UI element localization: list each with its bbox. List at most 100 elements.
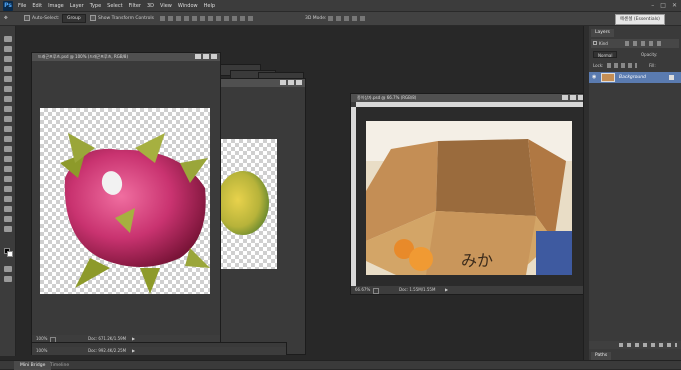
zoom-readout[interactable]: 100%	[36, 347, 47, 355]
workspace-switcher[interactable]: 에센셜 (Essentials)	[615, 14, 665, 25]
document-size: Doc: 992.4K/2.25M	[88, 348, 127, 353]
document-tab[interactable]: 종이상자.psd @ 66.7% (RGB/8)	[351, 94, 587, 102]
3d-roll-icon[interactable]	[336, 16, 341, 21]
document-window-behind[interactable]: 100% Doc: 992.4K/2.25M ▶	[31, 342, 287, 355]
document-title: 드래곤프루츠.psd @ 100% (드래곤프루츠, RGB/8)	[38, 54, 129, 59]
visibility-eye-icon[interactable]: ◉	[592, 75, 597, 80]
align-center-icon[interactable]	[192, 16, 197, 21]
show-transform-option[interactable]: Show Transform Controls	[90, 12, 154, 26]
pen-tool-icon[interactable]	[4, 176, 12, 182]
distribute-top-icon[interactable]	[208, 16, 213, 21]
align-left-icon[interactable]	[184, 16, 189, 21]
marquee-tool-icon[interactable]	[4, 46, 12, 52]
quick-mask-icon[interactable]	[4, 266, 12, 272]
distribute-left-icon[interactable]	[232, 16, 237, 21]
move-tool-icon[interactable]	[4, 36, 12, 42]
menu-help[interactable]: Help	[204, 0, 215, 12]
doc-maximize-icon[interactable]	[570, 95, 576, 100]
menu-view[interactable]: View	[160, 0, 172, 12]
quick-select-tool-icon[interactable]	[4, 66, 12, 72]
doc-minimize-icon[interactable]	[562, 95, 568, 100]
blur-tool-icon[interactable]	[4, 156, 12, 162]
clone-stamp-tool-icon[interactable]	[4, 116, 12, 122]
doc-close-icon[interactable]	[211, 54, 217, 59]
doc-minimize-icon[interactable]	[195, 54, 201, 59]
document-window-mango[interactable]	[218, 78, 306, 355]
distribute-middle-icon[interactable]	[216, 16, 221, 21]
3d-slide-icon[interactable]	[352, 16, 357, 21]
shape-tool-icon[interactable]	[4, 206, 12, 212]
history-brush-tool-icon[interactable]	[4, 126, 12, 132]
menu-window[interactable]: Window	[178, 0, 198, 12]
lock-icons[interactable]	[607, 63, 637, 68]
align-right-icon[interactable]	[200, 16, 205, 21]
eyedropper-tool-icon[interactable]	[4, 86, 12, 92]
doc-close-icon[interactable]	[296, 80, 302, 85]
minimize-button[interactable]: –	[651, 2, 654, 9]
screen-mode-icon[interactable]	[4, 276, 12, 282]
doc-minimize-icon[interactable]	[280, 80, 286, 85]
distribute-right-icon[interactable]	[248, 16, 253, 21]
document-tab[interactable]	[219, 79, 305, 87]
status-share-icon[interactable]	[373, 288, 379, 294]
menu-type[interactable]: Type	[90, 0, 101, 12]
document-title: 종이상자.psd @ 66.7% (RGB/8)	[357, 95, 417, 100]
lasso-tool-icon[interactable]	[4, 56, 12, 62]
dodge-tool-icon[interactable]	[4, 166, 12, 172]
type-tool-icon[interactable]	[4, 186, 12, 192]
filter-icons[interactable]	[625, 41, 665, 46]
hand-tool-icon[interactable]	[4, 216, 12, 222]
maximize-button[interactable]: □	[660, 2, 666, 9]
3d-mode-buttons	[328, 16, 365, 21]
distribute-center-icon[interactable]	[240, 16, 245, 21]
zoom-tool-icon[interactable]	[4, 226, 12, 232]
distribute-bottom-icon[interactable]	[224, 16, 229, 21]
layers-tab[interactable]: Layers	[591, 29, 614, 37]
layer-action-icons[interactable]	[619, 343, 677, 347]
3d-scale-icon[interactable]	[360, 16, 365, 21]
align-bottom-icon[interactable]	[176, 16, 181, 21]
menu-file[interactable]: File	[18, 0, 26, 12]
3d-rotate-icon[interactable]	[328, 16, 333, 21]
menu-filter[interactable]: Filter	[129, 0, 141, 12]
photoshop-logo-icon: Ps	[3, 1, 13, 11]
doc-maximize-icon[interactable]	[203, 54, 209, 59]
layer-row-background[interactable]: ◉ Background	[589, 72, 681, 83]
healing-brush-tool-icon[interactable]	[4, 96, 12, 102]
paths-tab[interactable]: Paths	[591, 352, 612, 360]
show-transform-checkbox[interactable]	[90, 14, 96, 21]
svg-text:みか: みか	[461, 251, 493, 270]
blend-mode-dropdown[interactable]: Normal	[593, 51, 618, 58]
layer-name[interactable]: Background	[619, 72, 646, 83]
menu-select[interactable]: Select	[107, 0, 122, 12]
align-middle-icon[interactable]	[168, 16, 173, 21]
document-tab[interactable]: 드래곤프루츠.psd @ 100% (드래곤프루츠, RGB/8)	[32, 53, 220, 61]
auto-select-checkbox[interactable]	[24, 14, 30, 21]
menu-3d[interactable]: 3D	[147, 0, 154, 12]
crop-tool-icon[interactable]	[4, 76, 12, 82]
document-window-box[interactable]: 종이상자.psd @ 66.7% (RGB/8) みか 66.67% Doc: …	[350, 93, 588, 295]
menu-layer[interactable]: Layer	[70, 0, 84, 12]
auto-select-option[interactable]: Auto-Select:	[24, 12, 60, 26]
path-select-tool-icon[interactable]	[4, 196, 12, 202]
menu-edit[interactable]: Edit	[32, 0, 42, 12]
menu-image[interactable]: Image	[48, 0, 64, 12]
brush-tool-icon[interactable]	[4, 106, 12, 112]
align-top-icon[interactable]	[160, 16, 165, 21]
3d-pan-icon[interactable]	[344, 16, 349, 21]
close-button[interactable]: ✕	[672, 2, 677, 9]
opacity-label: Opacity:	[641, 52, 658, 57]
auto-select-dropdown[interactable]: Group	[62, 12, 86, 26]
kind-filter[interactable]: Kind	[599, 39, 608, 48]
gradient-tool-icon[interactable]	[4, 146, 12, 152]
align-buttons	[160, 16, 253, 21]
background-color-swatch[interactable]	[7, 251, 13, 257]
status-menu-arrow-icon[interactable]: ▶	[132, 347, 135, 355]
auto-select-value[interactable]: Group	[62, 14, 86, 23]
doc-maximize-icon[interactable]	[288, 80, 294, 85]
zoom-readout[interactable]: 66.67%	[355, 286, 370, 294]
move-tool-icon[interactable]: ✥	[4, 12, 8, 26]
document-window-dragonfruit[interactable]: 드래곤프루츠.psd @ 100% (드래곤프루츠, RGB/8) 100% D…	[31, 52, 221, 344]
eraser-tool-icon[interactable]	[4, 136, 12, 142]
status-menu-arrow-icon[interactable]: ▶	[445, 286, 448, 294]
